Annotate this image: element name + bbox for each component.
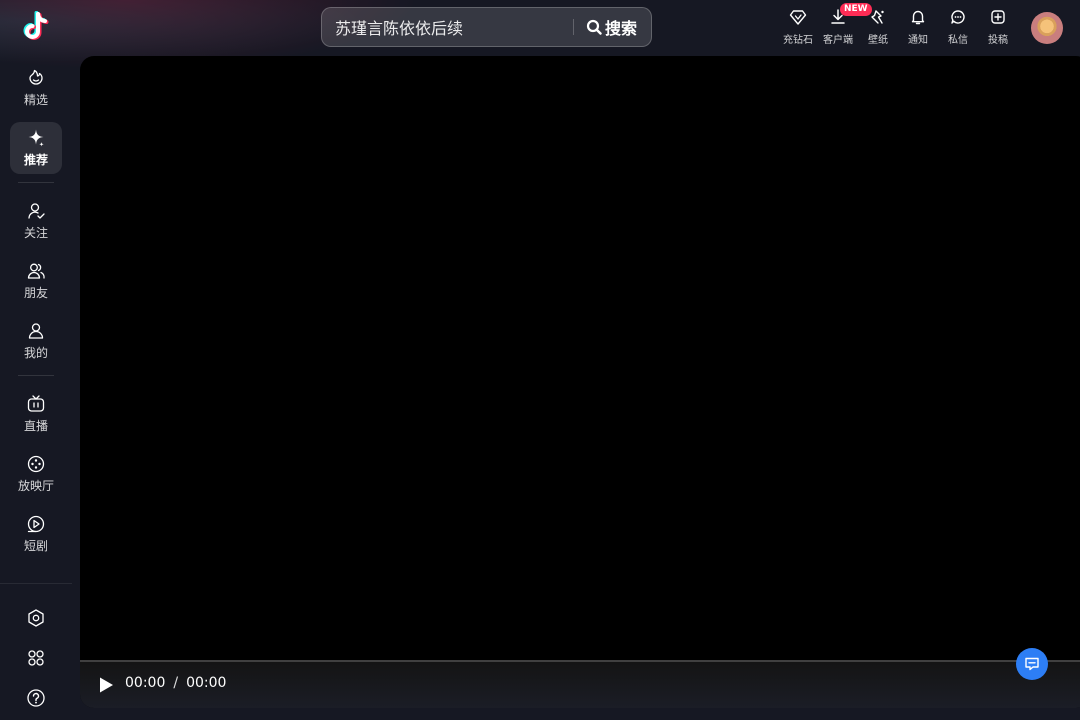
upload-button[interactable]: 投稿 <box>978 8 1018 46</box>
comment-icon <box>1025 657 1039 671</box>
message-icon <box>951 10 965 24</box>
profile-icon <box>28 323 44 339</box>
search-icon <box>586 19 602 35</box>
sidebar-item-featured[interactable]: 精选 <box>10 62 62 114</box>
live-icon <box>27 395 45 412</box>
follow-icon <box>28 203 45 219</box>
settings-button[interactable] <box>0 598 72 638</box>
search-button[interactable]: 搜索 <box>574 8 651 46</box>
duration: 00:00 <box>186 675 227 691</box>
sidebar-item-label: 放映厅 <box>17 479 54 493</box>
cinema-icon <box>27 455 45 473</box>
recharge-diamond-button[interactable]: 充钻石 <box>778 8 818 46</box>
messages-button[interactable]: 私信 <box>938 8 978 46</box>
user-avatar[interactable] <box>1031 12 1063 44</box>
sidebar-item-label: 精选 <box>23 93 48 107</box>
search-button-label: 搜索 <box>604 19 637 38</box>
help-button[interactable] <box>0 678 72 718</box>
player-controls: 00:00 / 00:00 <box>80 662 1080 708</box>
featured-icon <box>29 69 43 85</box>
tiktok-logo-icon[interactable] <box>18 10 54 46</box>
action-label: 客户端 <box>823 35 853 46</box>
bell-icon <box>911 10 925 25</box>
sidebar-item-profile[interactable]: 我的 <box>10 315 62 367</box>
sidebar: 精选 推荐 关注 朋友 我的 直播 放映厅 短剧 <box>0 62 72 568</box>
search-bar: 搜索 <box>321 7 652 47</box>
client-download-button[interactable]: 客户端 NEW <box>818 3 872 46</box>
notifications-button[interactable]: 通知 <box>898 8 938 46</box>
sidebar-item-label: 推荐 <box>23 153 48 167</box>
sidebar-item-label: 短剧 <box>23 539 48 553</box>
diamond-icon <box>789 10 807 25</box>
sidebar-item-follow[interactable]: 关注 <box>10 195 62 247</box>
search-input[interactable] <box>322 8 573 46</box>
more-apps-button[interactable] <box>0 638 72 678</box>
sidebar-item-label: 关注 <box>23 226 48 240</box>
sidebar-divider <box>18 375 54 376</box>
sidebar-item-label: 直播 <box>23 419 48 433</box>
sidebar-item-live[interactable]: 直播 <box>10 388 62 440</box>
upload-icon <box>991 10 1005 24</box>
more-apps-icon <box>28 650 44 666</box>
short-drama-icon <box>27 515 45 533</box>
top-actions: 充钻石 客户端 NEW 壁纸 通知 私信 投稿 <box>778 3 1018 46</box>
current-time: 00:00 <box>125 675 166 691</box>
action-label: 投稿 <box>988 35 1008 46</box>
settings-icon <box>28 609 44 627</box>
action-label: 私信 <box>948 35 968 46</box>
sidebar-item-recommend[interactable]: 推荐 <box>10 122 62 174</box>
sidebar-item-label: 我的 <box>23 346 48 360</box>
time-separator: / <box>173 675 179 691</box>
time-display: 00:00 / 00:00 <box>125 675 226 691</box>
sidebar-item-short-drama[interactable]: 短剧 <box>10 508 62 560</box>
sidebar-bottom <box>0 598 72 718</box>
wallpaper-button[interactable]: 壁纸 <box>858 8 898 46</box>
chat-float-button[interactable] <box>1016 648 1048 680</box>
sidebar-divider <box>18 182 54 183</box>
action-label: 壁纸 <box>868 35 888 46</box>
video-player[interactable]: 00:00 / 00:00 <box>80 56 1080 708</box>
action-label: 充钻石 <box>783 35 813 46</box>
sidebar-item-friends[interactable]: 朋友 <box>10 255 62 307</box>
wallpaper-icon <box>871 10 884 24</box>
friends-icon <box>27 263 45 279</box>
recommend-icon <box>28 129 44 147</box>
action-label: 通知 <box>908 35 928 46</box>
help-icon <box>27 689 45 707</box>
sidebar-item-label: 朋友 <box>23 286 48 300</box>
sidebar-item-cinema[interactable]: 放映厅 <box>10 448 62 500</box>
play-icon[interactable] <box>96 675 116 695</box>
sidebar-bottom-divider <box>0 583 72 584</box>
